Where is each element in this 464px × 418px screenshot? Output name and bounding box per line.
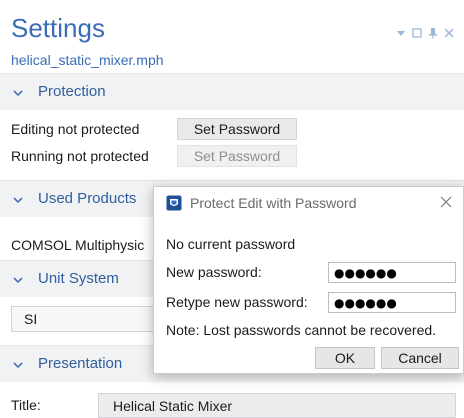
chevron-down-icon	[12, 193, 24, 205]
new-password-label: New password:	[166, 264, 262, 280]
retype-password-label: Retype new password:	[166, 294, 308, 310]
unit-system-value: SI	[24, 311, 38, 327]
section-protection[interactable]: Protection	[0, 73, 464, 110]
set-edit-password-button[interactable]: Set Password	[177, 118, 297, 140]
editing-status: Editing not protected	[11, 121, 140, 137]
chevron-down-icon	[12, 86, 24, 98]
app-shield-icon	[166, 195, 182, 211]
title-label: Title:	[11, 397, 41, 413]
chevron-down-icon	[12, 358, 24, 370]
retype-password-field[interactable]	[328, 292, 456, 313]
new-password-input[interactable]	[329, 263, 455, 282]
chevron-down-icon	[12, 273, 24, 285]
ok-button[interactable]: OK	[315, 347, 375, 369]
dialog-titlebar[interactable]: Protect Edit with Password	[154, 187, 463, 219]
product-name: COMSOL Multiphysic	[11, 237, 145, 253]
section-label: Presentation	[38, 355, 123, 372]
dropdown-arrow-icon[interactable]	[395, 27, 407, 39]
section-label: Used Products	[38, 190, 137, 207]
dialog-note: Note: Lost passwords cannot be recovered…	[166, 322, 437, 338]
retype-password-input[interactable]	[329, 293, 455, 312]
unit-system-select[interactable]: SI	[11, 306, 161, 332]
protect-edit-dialog: Protect Edit with Password No current pa…	[153, 186, 464, 374]
set-run-password-button[interactable]: Set Password	[177, 145, 297, 167]
page-title: Settings	[11, 13, 105, 43]
title-value: Helical Static Mixer	[113, 398, 233, 414]
new-password-field[interactable]	[328, 262, 456, 283]
close-icon[interactable]	[439, 195, 453, 209]
dialog-title: Protect Edit with Password	[190, 195, 357, 211]
pin-icon[interactable]	[427, 27, 439, 39]
section-label: Protection	[38, 83, 106, 100]
running-status: Running not protected	[11, 148, 149, 164]
close-icon[interactable]	[443, 27, 455, 39]
cancel-button[interactable]: Cancel	[381, 347, 459, 369]
dialog-status: No current password	[166, 236, 296, 252]
file-name: helical_static_mixer.mph	[11, 52, 164, 68]
section-label: Unit System	[38, 270, 119, 287]
title-input[interactable]: Helical Static Mixer	[98, 393, 456, 418]
restore-icon[interactable]	[411, 27, 423, 39]
window-controls	[395, 27, 455, 39]
